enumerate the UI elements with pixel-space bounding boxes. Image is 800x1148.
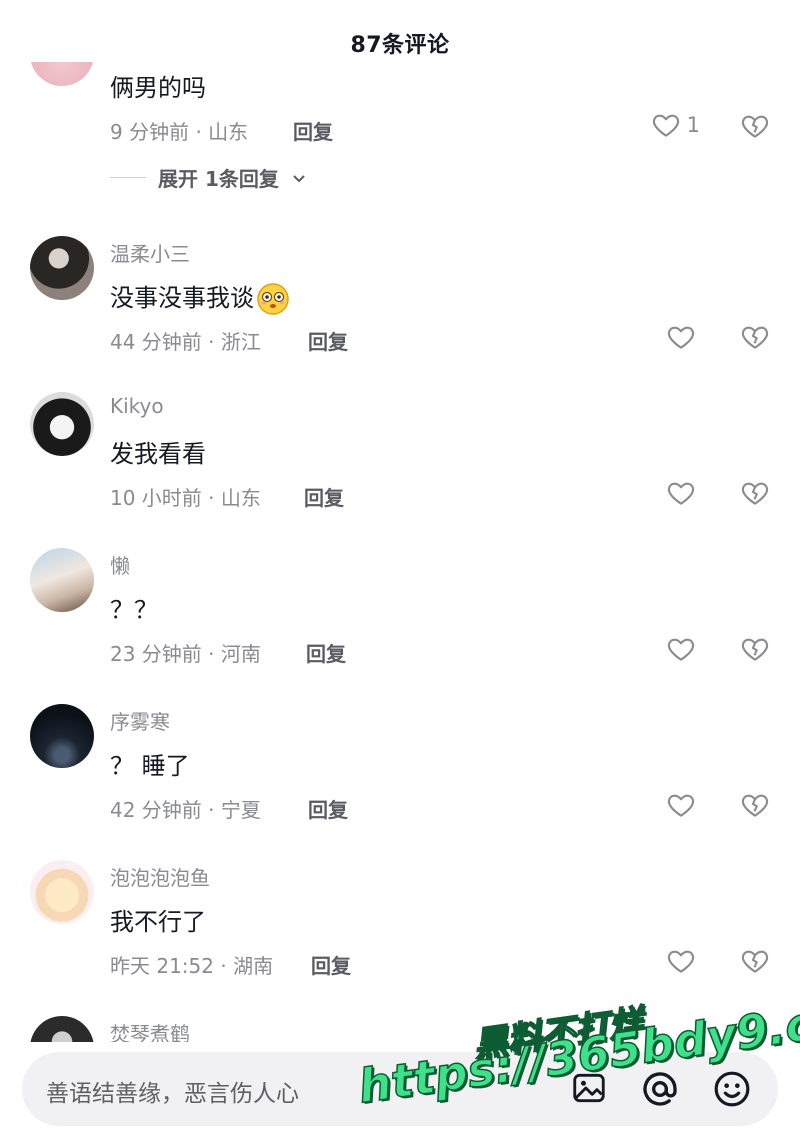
- comment-text: 俩男的吗: [110, 74, 206, 102]
- dislike-button[interactable]: [740, 111, 770, 145]
- comment-meta: 23 分钟前 · 河南: [110, 642, 261, 666]
- heart-icon: [667, 638, 695, 661]
- reply-button[interactable]: 回复: [304, 482, 344, 511]
- expand-replies-button[interactable]: 展开 1条回复: [110, 163, 307, 192]
- reply-button[interactable]: 回复: [308, 794, 348, 823]
- comment-text: 我不行了: [110, 908, 206, 936]
- comment-input-placeholder[interactable]: 善语结善缘，恶言伤人心: [46, 1074, 299, 1108]
- avatar[interactable]: [30, 236, 94, 300]
- username: 焚琴煮鹤: [110, 1022, 190, 1042]
- username: 懒: [110, 554, 130, 578]
- broken-heart-icon: [741, 638, 769, 661]
- comment-meta: 42 分钟前 · 宁夏: [110, 798, 261, 822]
- comment-list[interactable]: 俩男的吗 9 分钟前 · 山东 回复 1 展开 1条回复 温柔小三 没事没事我谈…: [0, 62, 800, 1042]
- comment-meta: 9 分钟前 · 山东: [110, 120, 249, 144]
- reply-button[interactable]: 回复: [293, 116, 333, 145]
- emoji-icon[interactable]: [712, 1069, 752, 1113]
- comment-meta: 10 小时前 · 山东: [110, 486, 261, 510]
- broken-heart-icon: [741, 950, 769, 973]
- broken-heart-icon: [741, 115, 769, 138]
- broken-heart-icon: [741, 326, 769, 349]
- heart-icon: [667, 482, 695, 505]
- reply-button[interactable]: 回复: [308, 326, 348, 355]
- comment-text: ？ 睡了: [110, 752, 190, 780]
- avatar[interactable]: [30, 1016, 94, 1042]
- comment-input-bar[interactable]: 善语结善缘，恶言伤人心: [22, 1052, 778, 1126]
- like-button[interactable]: [666, 946, 696, 976]
- expand-divider: [110, 177, 146, 178]
- heart-icon: [667, 794, 695, 817]
- dazed-face-icon: [257, 283, 289, 315]
- comment-meta: 44 分钟前 · 浙江: [110, 330, 261, 354]
- broken-heart-icon: [741, 794, 769, 817]
- like-count: 1: [686, 113, 700, 137]
- dislike-button[interactable]: [740, 322, 770, 356]
- comment-text: 没事没事我谈: [110, 278, 290, 316]
- avatar[interactable]: [30, 860, 94, 924]
- like-button[interactable]: [666, 634, 696, 664]
- comment-count-title: 87条评论: [350, 33, 450, 58]
- reply-button[interactable]: 回复: [306, 638, 346, 667]
- broken-heart-icon: [741, 482, 769, 505]
- dislike-button[interactable]: [740, 790, 770, 824]
- username: Kikyo: [110, 394, 164, 418]
- comment-text: 发我看看: [110, 440, 206, 468]
- chevron-down-icon: [293, 174, 305, 182]
- username: 序雾寒: [110, 710, 170, 734]
- avatar[interactable]: [30, 704, 94, 768]
- like-button[interactable]: [666, 322, 696, 352]
- like-button[interactable]: [666, 790, 696, 820]
- image-icon[interactable]: [570, 1069, 608, 1111]
- dislike-button[interactable]: [740, 634, 770, 668]
- heart-icon: [667, 326, 695, 349]
- comment-text: ？？: [110, 596, 158, 624]
- avatar[interactable]: [30, 548, 94, 612]
- heart-icon: [667, 950, 695, 973]
- dislike-button[interactable]: [740, 946, 770, 980]
- heart-icon: [652, 114, 679, 137]
- username: 温柔小三: [110, 242, 190, 266]
- expand-replies-label: 展开 1条回复: [158, 167, 279, 191]
- avatar[interactable]: [30, 392, 94, 456]
- like-button[interactable]: 1: [651, 110, 700, 140]
- username: 泡泡泡泡鱼: [110, 866, 210, 890]
- like-button[interactable]: [666, 478, 696, 508]
- comment-meta: 昨天 21:52 · 湖南: [110, 954, 274, 978]
- reply-button[interactable]: 回复: [311, 950, 351, 979]
- at-icon[interactable]: [640, 1069, 680, 1113]
- dislike-button[interactable]: [740, 478, 770, 512]
- avatar[interactable]: [30, 62, 94, 86]
